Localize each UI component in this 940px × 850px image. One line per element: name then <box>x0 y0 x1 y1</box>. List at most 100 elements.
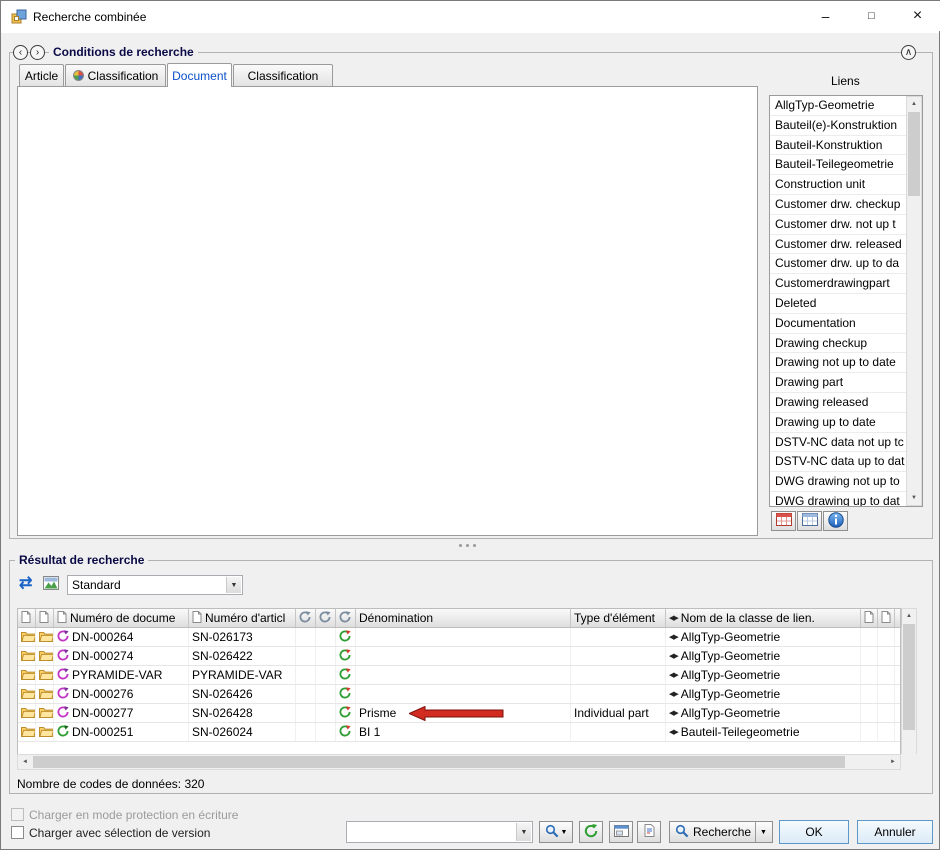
liens-list-item[interactable]: Bauteil-Konstruktion <box>770 136 906 156</box>
chevron-down-icon[interactable]: ▼ <box>226 577 241 593</box>
liens-list-item[interactable]: Bauteil-Teilegeometrie <box>770 155 906 175</box>
scrollbar-corner <box>901 754 917 770</box>
cell-article-number: SN-026426 <box>189 685 296 703</box>
liens-list-item[interactable]: DSTV-NC data not up tc <box>770 433 906 453</box>
form-button[interactable] <box>637 821 661 843</box>
scroll-up-icon[interactable]: ▲ <box>907 97 921 111</box>
scroll-left-icon[interactable]: ◄ <box>18 755 32 769</box>
folder-icon <box>21 668 36 683</box>
scrollbar-thumb[interactable] <box>33 756 845 768</box>
col-link-class[interactable]: ◀▶Nom de la classe de lien. <box>666 609 861 627</box>
liens-list-item[interactable]: AllgTyp-Geometrie <box>770 96 906 116</box>
liens-list-item[interactable]: Bauteil(e)-Konstruktion <box>770 116 906 136</box>
scroll-up-icon[interactable]: ▲ <box>902 609 916 623</box>
liens-list-item[interactable]: Drawing not up to date <box>770 353 906 373</box>
version-select-checkbox[interactable] <box>11 826 24 839</box>
col-doc-flag-2[interactable] <box>36 609 54 627</box>
liens-list-item[interactable]: DWG drawing up to dat <box>770 492 906 506</box>
results-legend: Résultat de recherche <box>15 553 148 567</box>
col-status-2[interactable] <box>316 609 336 627</box>
cell-document-number: DN-000264 <box>54 628 189 646</box>
cell-link-class: ◀▶AllgTyp-Geometrie <box>666 704 861 722</box>
liens-list-item[interactable]: Deleted <box>770 294 906 314</box>
link-icon: ◀▶ <box>669 690 678 698</box>
results-table-body: DN-000264SN-026173◀▶AllgTyp-GeometrieDN-… <box>17 628 901 754</box>
table-row[interactable]: DN-000276SN-026426◀▶AllgTyp-Geometrie <box>18 685 900 704</box>
liens-list-item[interactable]: Construction unit <box>770 175 906 195</box>
folder-icon <box>39 630 54 645</box>
conditions-legend: Conditions de recherche <box>49 45 198 59</box>
search-preset-combo[interactable]: ▼ <box>346 821 533 843</box>
col-element-type[interactable]: Type d'élément <box>571 609 666 627</box>
tab-document[interactable]: Document <box>167 63 232 87</box>
conditions-prev-button[interactable]: ‹ <box>13 45 28 60</box>
chevron-down-icon[interactable]: ▼ <box>516 823 531 841</box>
folder-icon <box>21 687 36 702</box>
liens-list-item[interactable]: Customer drw. checkup <box>770 195 906 215</box>
maximize-button[interactable]: □ <box>849 1 894 31</box>
liens-list-item[interactable]: DSTV-NC data up to dat <box>770 452 906 472</box>
col-status-3[interactable] <box>336 609 356 627</box>
liens-list-item[interactable]: Documentation <box>770 314 906 334</box>
minimize-button[interactable]: – <box>803 1 848 31</box>
liens-list-item[interactable]: Drawing released <box>770 393 906 413</box>
col-filler <box>895 609 902 627</box>
table-row[interactable]: DN-000274SN-026422◀▶AllgTyp-Geometrie <box>18 647 900 666</box>
liens-list-item[interactable]: Customerdrawingpart <box>770 274 906 294</box>
col-denomination[interactable]: Dénomination <box>356 609 571 627</box>
tab-classification-1[interactable]: Classification <box>65 64 166 86</box>
refresh-results-icon[interactable]: ⇄ <box>19 573 32 593</box>
annotation-arrow <box>409 706 505 721</box>
table-row[interactable]: DN-000251SN-026024BI 1◀▶Bauteil-Teilegeo… <box>18 723 900 742</box>
result-grid-red-button[interactable] <box>771 511 796 531</box>
result-view-icon[interactable] <box>43 576 59 593</box>
liens-scrollbar[interactable]: ▲ ▼ <box>906 96 922 506</box>
info-button[interactable] <box>823 511 848 531</box>
col-doc-flag-1[interactable] <box>18 609 36 627</box>
liens-list-item[interactable]: Drawing up to date <box>770 413 906 433</box>
conditions-next-button[interactable]: › <box>30 45 45 60</box>
tab-article[interactable]: Article <box>19 64 64 86</box>
liens-list-item[interactable]: Customer drw. released <box>770 235 906 255</box>
results-vertical-scrollbar[interactable]: ▲ ▼ <box>901 608 917 770</box>
col-status-1[interactable] <box>296 609 316 627</box>
table-row[interactable]: PYRAMIDE-VARPYRAMIDE-VAR◀▶AllgTyp-Geomet… <box>18 666 900 685</box>
scroll-right-icon[interactable]: ► <box>886 755 900 769</box>
cell-article-number: SN-026173 <box>189 628 296 646</box>
refresh-button[interactable] <box>579 821 603 843</box>
cell-document-number: DN-000251 <box>54 723 189 741</box>
col-extra-2[interactable] <box>878 609 895 627</box>
result-window-button[interactable] <box>609 821 633 843</box>
sheet-icon <box>57 611 67 626</box>
scrollbar-thumb[interactable] <box>908 112 920 196</box>
liens-list[interactable]: AllgTyp-GeometrieBauteil(e)-Konstruktion… <box>769 95 923 507</box>
col-article-number[interactable]: Numéro d'articl <box>189 609 296 627</box>
liens-list-item[interactable]: Drawing checkup <box>770 334 906 354</box>
liens-list-item[interactable]: Drawing part <box>770 373 906 393</box>
splitter-handle[interactable] <box>459 544 476 547</box>
close-button[interactable]: × <box>895 1 940 31</box>
write-protect-checkbox[interactable] <box>11 808 24 821</box>
cancel-button[interactable]: Annuler <box>857 820 933 844</box>
table-row[interactable]: DN-000264SN-026173◀▶AllgTyp-Geometrie <box>18 628 900 647</box>
scroll-down-icon[interactable]: ▼ <box>907 491 921 505</box>
ok-button[interactable]: OK <box>779 820 849 844</box>
sync-status-icon <box>339 668 351 683</box>
liens-list-item[interactable]: Customer drw. up to da <box>770 254 906 274</box>
version-select-label: Charger avec sélection de version <box>29 823 210 843</box>
conditions-collapse-button[interactable]: ∧ <box>901 45 916 60</box>
liens-list-item[interactable]: Customer drw. not up t <box>770 215 906 235</box>
cell-document-number: DN-000277 <box>54 704 189 722</box>
result-grid-blue-button[interactable] <box>797 511 822 531</box>
results-horizontal-scrollbar[interactable]: ◄ ► <box>17 754 901 770</box>
liens-list-item[interactable]: DWG drawing not up to <box>770 472 906 492</box>
search-button[interactable]: Recherche ▼ <box>669 821 773 843</box>
col-extra-1[interactable] <box>861 609 878 627</box>
tab-classification-2[interactable]: Classification <box>233 64 333 86</box>
scrollbar-thumb[interactable] <box>903 624 915 730</box>
search-dropdown-icon[interactable]: ▼ <box>755 822 767 842</box>
document-status-icon <box>57 706 69 721</box>
result-template-combo[interactable]: Standard ▼ <box>67 575 243 595</box>
search-options-button[interactable]: ▼ <box>539 821 573 843</box>
col-document-number[interactable]: Numéro de docume <box>54 609 189 627</box>
